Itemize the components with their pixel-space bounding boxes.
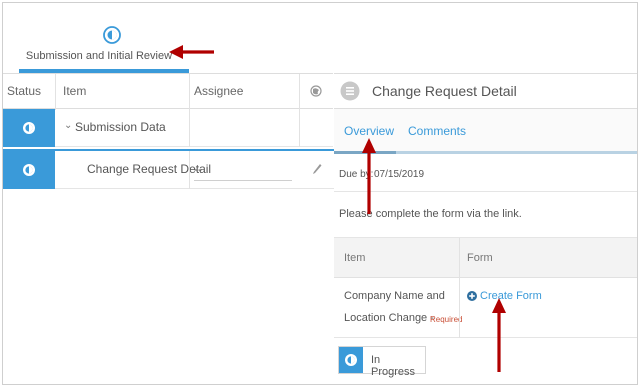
status-chip[interactable]: In Progress xyxy=(338,346,426,378)
status-chip-icon-cell xyxy=(339,347,363,373)
form-table-row: Company Name and Location Change - Requi… xyxy=(334,278,637,338)
detail-header: Change Request Detail xyxy=(334,73,637,109)
annotation-arrow-up-create xyxy=(492,298,506,372)
form-item-line2: Location Change - xyxy=(344,312,434,324)
create-form-label: Create Form xyxy=(480,290,542,302)
table-row-selected[interactable]: Change Request Detail -- xyxy=(3,149,334,189)
chevron-down-icon[interactable]: ⌄ xyxy=(64,120,72,131)
row-item: Submission Data xyxy=(75,120,166,134)
col-sep xyxy=(189,74,190,110)
status-cell xyxy=(3,109,55,147)
status-clock-icon xyxy=(23,122,35,134)
header-item: Item xyxy=(63,84,87,98)
due-value: 07/15/2019 xyxy=(374,169,425,180)
stage-status-icon xyxy=(103,26,121,44)
header-status: Status xyxy=(7,84,42,98)
detail-tabs: Overview Comments xyxy=(334,109,637,153)
annotation-arrow-left xyxy=(169,45,214,59)
form-item-line1: Company Name and xyxy=(344,290,445,302)
pencil-icon[interactable] xyxy=(312,163,322,175)
detail-panel: Change Request Detail Overview Comments … xyxy=(334,73,637,384)
table-row[interactable]: ⌄ Submission Data xyxy=(3,109,333,147)
instruction-row: Please complete the form via the link. xyxy=(334,192,637,238)
plus-circle-icon xyxy=(467,291,477,301)
col-sep xyxy=(299,109,300,147)
stage-tab-submission[interactable]: Submission and Initial Review xyxy=(19,26,189,70)
col-sep xyxy=(189,151,190,189)
globe-icon[interactable] xyxy=(310,85,322,97)
col-sep xyxy=(459,278,460,338)
status-cell xyxy=(3,151,55,189)
header-assignee: Assignee xyxy=(194,84,244,98)
due-row: Due by: 07/15/2019 xyxy=(334,154,637,192)
detail-title: Change Request Detail xyxy=(372,83,517,99)
col-sep xyxy=(299,74,300,110)
col-sep xyxy=(189,109,190,147)
stage-label: Submission and Initial Review xyxy=(25,50,173,62)
app-frame: Submission and Initial Review Status Ite… xyxy=(2,2,638,385)
required-label: Required xyxy=(430,315,463,324)
form-table-header: Item Form xyxy=(334,238,637,278)
row-item: Change Request Detail xyxy=(87,162,212,176)
row-assignee: -- xyxy=(194,162,202,176)
detail-icon xyxy=(340,81,360,101)
form-header-form: Form xyxy=(467,252,493,264)
assignee-underline xyxy=(194,180,292,181)
status-clock-icon xyxy=(23,164,35,176)
col-sep xyxy=(459,238,460,278)
status-chip-label: In Progress xyxy=(371,354,416,378)
tab-overview[interactable]: Overview xyxy=(344,124,394,138)
col-sep xyxy=(55,74,56,110)
tab-comments[interactable]: Comments xyxy=(408,124,466,138)
form-header-item: Item xyxy=(344,252,366,264)
task-table-header: Status Item Assignee xyxy=(3,73,333,110)
annotation-arrow-up-overview xyxy=(362,138,376,214)
status-clock-icon xyxy=(345,354,357,366)
